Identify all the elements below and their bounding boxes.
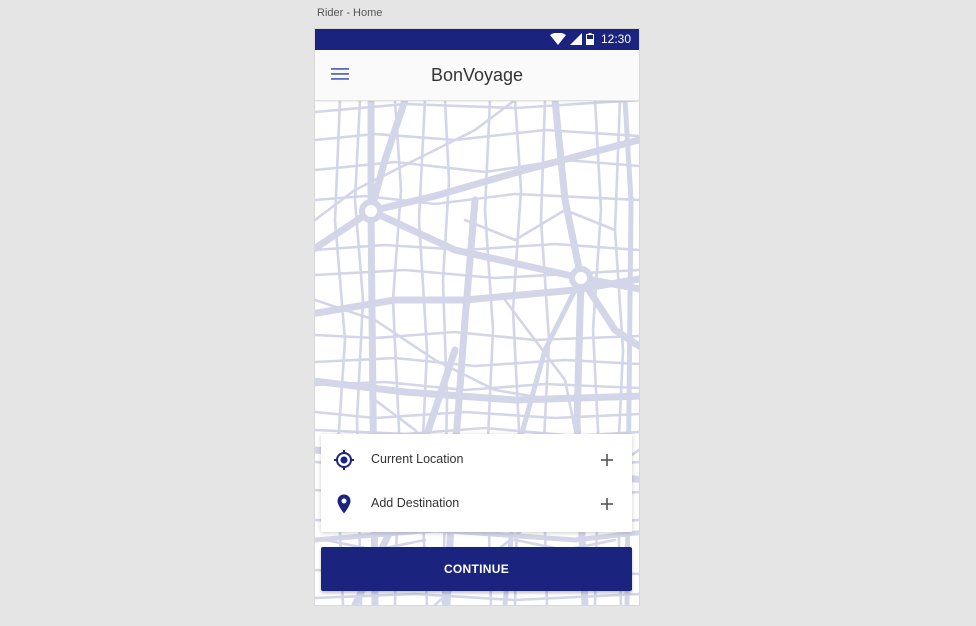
plus-icon[interactable] xyxy=(596,449,618,471)
status-bar: 12:30 xyxy=(315,29,639,50)
status-time: 12:30 xyxy=(600,32,631,46)
continue-button[interactable]: CONTINUE xyxy=(321,547,632,591)
wifi-icon xyxy=(549,33,566,45)
app-bar: BonVoyage xyxy=(315,50,639,101)
current-location-row[interactable]: Current Location xyxy=(321,438,632,482)
add-destination-label: Add Destination xyxy=(371,496,460,510)
map-pin-icon xyxy=(337,494,351,514)
battery-icon xyxy=(585,33,594,45)
phone-screen: 12:30 BonVoyage Current Location Add Des… xyxy=(315,29,639,605)
artboard-label: Rider - Home xyxy=(317,7,383,19)
app-title: BonVoyage xyxy=(430,65,524,85)
gps-crosshair-icon xyxy=(334,450,354,470)
cell-signal-icon xyxy=(569,33,582,45)
plus-icon[interactable] xyxy=(596,493,618,515)
add-destination-row[interactable]: Add Destination xyxy=(321,482,632,526)
location-card: Current Location Add Destination xyxy=(321,434,632,532)
current-location-label: Current Location xyxy=(371,452,464,466)
